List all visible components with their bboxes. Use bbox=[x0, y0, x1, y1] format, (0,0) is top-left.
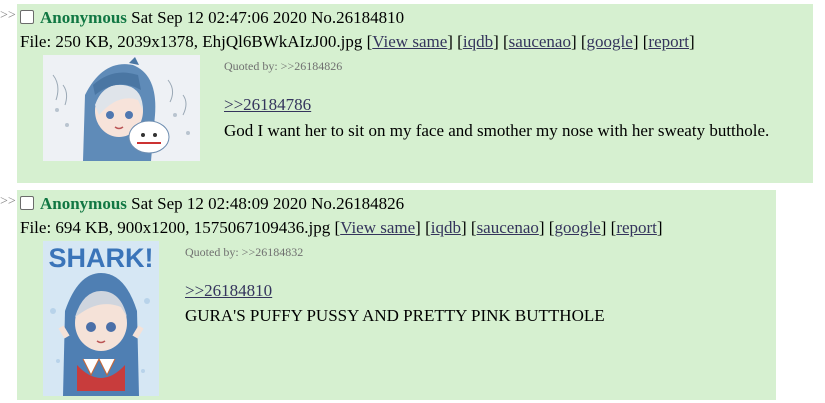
reply-arrow: >> bbox=[0, 8, 16, 23]
post-comment: GURA'S PUFFY PUSSY AND PRETTY PINK BUTTH… bbox=[185, 306, 605, 325]
quoted-by-link[interactable]: >>26184826 bbox=[281, 59, 343, 73]
post-number[interactable]: No.26184826 bbox=[311, 194, 404, 213]
post-number[interactable]: No.26184810 bbox=[311, 8, 404, 27]
file-info: File: 694 KB, 900x1200, 1575067109436.jp… bbox=[20, 218, 663, 237]
google-link[interactable]: google bbox=[554, 218, 600, 237]
reply-post: Anonymous Sat Sep 12 02:48:09 2020 No.26… bbox=[17, 190, 776, 400]
post-comment: God I want her to sit on my face and smo… bbox=[224, 121, 770, 140]
post-header: Anonymous Sat Sep 12 02:47:06 2020 No.26… bbox=[20, 8, 404, 28]
iqdb-link[interactable]: iqdb bbox=[463, 32, 493, 51]
post-datetime: Sat Sep 12 02:47:06 2020 bbox=[131, 8, 307, 27]
report-link[interactable]: report bbox=[616, 218, 657, 237]
file-prefix: File: bbox=[20, 32, 56, 51]
google-link[interactable]: google bbox=[587, 32, 633, 51]
saucenao-link[interactable]: saucenao bbox=[477, 218, 539, 237]
shark-poster-title: SHARK! bbox=[49, 243, 154, 273]
file-prefix: File: bbox=[20, 218, 56, 237]
quoted-by-label: Quoted by: bbox=[224, 59, 278, 73]
file-meta[interactable]: 694 KB, 900x1200, 1575067109436.jpg bbox=[55, 218, 330, 237]
quoted-by: Quoted by: >>26184826 bbox=[224, 59, 342, 74]
view-same-link[interactable]: View same bbox=[340, 218, 415, 237]
quoted-by: Quoted by: >>26184832 bbox=[185, 245, 303, 260]
saucenao-link[interactable]: saucenao bbox=[509, 32, 571, 51]
file-info: File: 250 KB, 2039x1378, EhjQl6BWkAIzJ00… bbox=[20, 32, 695, 51]
post-thumbnail[interactable]: SHARK! bbox=[43, 241, 159, 396]
post-select-checkbox[interactable] bbox=[20, 196, 34, 210]
anime-shark-girl-thumbnail-icon bbox=[43, 55, 200, 161]
report-link[interactable]: report bbox=[648, 32, 689, 51]
post-select-checkbox[interactable] bbox=[20, 10, 34, 24]
reply-post: Anonymous Sat Sep 12 02:47:06 2020 No.26… bbox=[17, 4, 813, 183]
quote-link[interactable]: >>26184810 bbox=[185, 281, 272, 301]
poster-name: Anonymous bbox=[40, 8, 127, 27]
poster-name: Anonymous bbox=[40, 194, 127, 213]
quoted-by-label: Quoted by: bbox=[185, 245, 239, 259]
post-header: Anonymous Sat Sep 12 02:48:09 2020 No.26… bbox=[20, 194, 404, 214]
quote-link[interactable]: >>26184786 bbox=[224, 95, 311, 115]
anime-shark-girl-poster-thumbnail-icon: SHARK! bbox=[43, 241, 159, 396]
iqdb-link[interactable]: iqdb bbox=[431, 218, 461, 237]
view-same-link[interactable]: View same bbox=[372, 32, 447, 51]
quoted-by-link[interactable]: >>26184832 bbox=[242, 245, 304, 259]
reply-arrow: >> bbox=[0, 194, 16, 209]
file-meta[interactable]: 250 KB, 2039x1378, EhjQl6BWkAIzJ00.jpg bbox=[55, 32, 362, 51]
post-datetime: Sat Sep 12 02:48:09 2020 bbox=[131, 194, 307, 213]
post-thumbnail[interactable] bbox=[43, 55, 200, 161]
